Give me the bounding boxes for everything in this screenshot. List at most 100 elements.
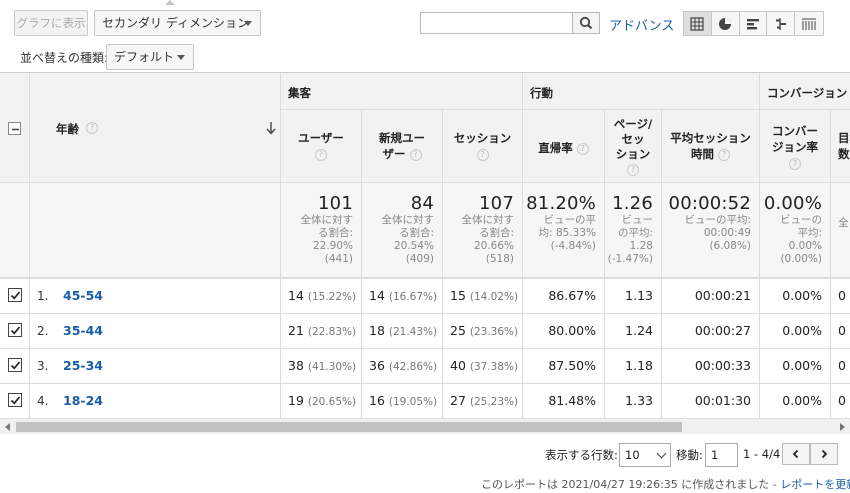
horizontal-scrollbar[interactable] bbox=[0, 418, 850, 434]
scroll-left-arrow-icon[interactable] bbox=[5, 423, 10, 431]
row-new-users-value: 18 bbox=[369, 323, 385, 338]
row-new-users-value: 16 bbox=[369, 393, 385, 408]
col-new-users[interactable]: 新規ユー ザー ? bbox=[362, 110, 443, 183]
col-avg-session-duration[interactable]: 平均セッション 時間 ? bbox=[662, 110, 760, 183]
row-conv-value: 0.00% bbox=[782, 288, 822, 303]
total-goal-sub-1: 全 bbox=[838, 217, 849, 229]
table-row[interactable]: 1. 45-54 14 (15.22%) 14 (16.67%) 15 (14.… bbox=[0, 278, 850, 313]
total-sessions-sub-2: る割合: bbox=[478, 227, 514, 239]
row-dimension-cell: 2. 35-44 bbox=[30, 314, 281, 348]
next-page-button[interactable] bbox=[810, 443, 838, 465]
row-bounce-value: 81.48% bbox=[548, 393, 596, 408]
col-conversion-rate[interactable]: コンバー ジョン率 ? bbox=[760, 110, 831, 183]
rows-per-page-select[interactable]: 10 bbox=[619, 443, 671, 467]
row-checkbox[interactable] bbox=[8, 358, 22, 372]
sort-type-dropdown[interactable]: デフォルト bbox=[106, 44, 194, 70]
total-pps-sub-2: の平均: bbox=[617, 227, 653, 239]
total-new-users-sub-4: (409) bbox=[405, 253, 434, 265]
search-button[interactable] bbox=[572, 12, 600, 34]
report-toolbar: グラフに表示 セカンダリ ディメンション 並べ替えの種類: デフォルト アドバン… bbox=[0, 0, 850, 72]
secondary-dimension-dropdown[interactable]: セカンダリ ディメンション bbox=[94, 10, 261, 36]
view-percentage[interactable] bbox=[711, 12, 740, 35]
total-bounce-rate: 81.20% ビューの平 均: 85.33% (-4.84%) bbox=[523, 183, 605, 277]
scroll-right-arrow-icon[interactable] bbox=[840, 423, 845, 431]
help-icon[interactable]: ? bbox=[627, 163, 639, 176]
col-conv-label-1: コンバー bbox=[772, 124, 818, 138]
age-bracket-link[interactable]: 18-24 bbox=[63, 393, 103, 408]
row-goal: 0 bbox=[831, 349, 850, 383]
row-checkbox[interactable] bbox=[8, 393, 22, 407]
total-users-sub-4: (441) bbox=[324, 253, 353, 265]
total-bounce-sub-1: ビューの平 bbox=[543, 214, 597, 226]
total-sessions-value: 107 bbox=[479, 193, 514, 214]
row-users-value: 14 bbox=[288, 288, 304, 303]
row-sessions-value: 40 bbox=[450, 358, 466, 373]
row-bounce-value: 86.67% bbox=[548, 288, 596, 303]
total-conv-sub-3: 0.00% bbox=[788, 240, 822, 252]
bar-chart-icon bbox=[746, 18, 759, 29]
scrollbar-thumb[interactable] bbox=[16, 422, 682, 432]
total-new-users-sub-3: 20.54% bbox=[393, 240, 434, 252]
total-conversion-rate: 0.00% ビューの 平均: 0.00% (0.00%) bbox=[760, 183, 831, 277]
help-icon[interactable]: ? bbox=[409, 148, 422, 161]
row-new-users-pct: (19.05%) bbox=[388, 396, 438, 408]
view-data-table[interactable] bbox=[684, 12, 712, 35]
refresh-report-link[interactable]: レポートを更新 bbox=[780, 478, 850, 491]
total-pps-sub-3: 1.28 bbox=[629, 240, 653, 252]
total-bounce-rate-value: 81.20% bbox=[526, 193, 596, 214]
col-bounce-rate[interactable]: 直帰率 ? bbox=[523, 110, 605, 183]
dimension-header-cell[interactable]: 年齢 ? bbox=[30, 73, 281, 182]
sort-descending-icon[interactable] bbox=[266, 121, 276, 135]
total-duration-sub-1: ビューの平均: bbox=[684, 214, 751, 226]
checkmark-icon bbox=[10, 326, 21, 335]
total-bounce-sub-2: 均: 85.33% bbox=[538, 227, 596, 239]
row-sessions-value: 25 bbox=[450, 323, 466, 338]
row-bounce-rate: 87.50% bbox=[523, 349, 605, 383]
help-icon[interactable]: ? bbox=[718, 148, 730, 161]
col-sessions[interactable]: セッション ? bbox=[443, 110, 523, 183]
chevron-right-icon bbox=[821, 449, 828, 459]
table-row[interactable]: 4. 18-24 19 (20.65%) 16 (19.05%) 27 (25.… bbox=[0, 383, 850, 418]
row-users: 21 (22.83%) bbox=[281, 314, 362, 348]
checkmark-icon bbox=[10, 396, 21, 405]
row-pages-per-session: 1.18 bbox=[605, 349, 662, 383]
age-bracket-link[interactable]: 25-34 bbox=[63, 358, 103, 373]
row-duration-value: 00:00:27 bbox=[694, 323, 751, 338]
row-index: 1. bbox=[37, 289, 49, 303]
help-icon[interactable]: ? bbox=[476, 148, 489, 161]
row-pps-value: 1.18 bbox=[625, 358, 653, 373]
total-new-users: 84 全体に対す る割合: 20.54% (409) bbox=[362, 183, 443, 277]
table-row[interactable]: 2. 35-44 21 (22.83%) 18 (21.43%) 25 (23.… bbox=[0, 313, 850, 348]
data-table: 年齢 ? 集客 行動 コンバージョン ユーザー ? 新規ユー ザー ? セッショ… bbox=[0, 72, 850, 418]
row-index: 2. bbox=[37, 324, 49, 338]
col-users[interactable]: ユーザー ? bbox=[281, 110, 362, 183]
total-pps-sub-4: (-1.47%) bbox=[607, 253, 653, 265]
col-goal-completions[interactable]: 目標 数 bbox=[831, 110, 850, 183]
view-comparison[interactable] bbox=[767, 12, 796, 35]
total-sessions-sub-4: (518) bbox=[485, 253, 514, 265]
row-select-cell bbox=[0, 384, 30, 418]
row-avg-duration: 00:00:33 bbox=[662, 349, 760, 383]
row-pages-per-session: 1.33 bbox=[605, 384, 662, 418]
age-bracket-link[interactable]: 45-54 bbox=[63, 288, 103, 303]
row-checkbox[interactable] bbox=[8, 288, 22, 302]
plot-rows-button[interactable]: グラフに表示 bbox=[14, 10, 88, 36]
table-row[interactable]: 3. 25-34 38 (41.30%) 36 (42.86%) 40 (37.… bbox=[0, 348, 850, 383]
view-performance[interactable] bbox=[739, 12, 768, 35]
prev-page-button[interactable] bbox=[782, 443, 810, 465]
help-icon[interactable]: ? bbox=[576, 142, 589, 155]
row-checkbox[interactable] bbox=[8, 323, 22, 337]
total-conv-sub-2: 平均: bbox=[797, 227, 822, 239]
table-search-input[interactable] bbox=[420, 12, 573, 34]
col-pages-per-session[interactable]: ページ/ セッ ション ? bbox=[605, 110, 662, 183]
row-pps-value: 1.24 bbox=[625, 323, 653, 338]
view-pivot[interactable] bbox=[795, 12, 823, 35]
advanced-filter-link[interactable]: アドバンス bbox=[609, 15, 674, 34]
goto-row-input[interactable]: 1 bbox=[705, 443, 738, 467]
help-icon[interactable]: ? bbox=[315, 148, 327, 161]
help-icon[interactable]: ? bbox=[789, 157, 801, 170]
help-icon[interactable]: ? bbox=[86, 122, 98, 134]
age-bracket-link[interactable]: 35-44 bbox=[63, 323, 103, 338]
row-sessions-pct: (25.23%) bbox=[469, 396, 519, 408]
select-all-checkbox[interactable] bbox=[8, 122, 21, 135]
